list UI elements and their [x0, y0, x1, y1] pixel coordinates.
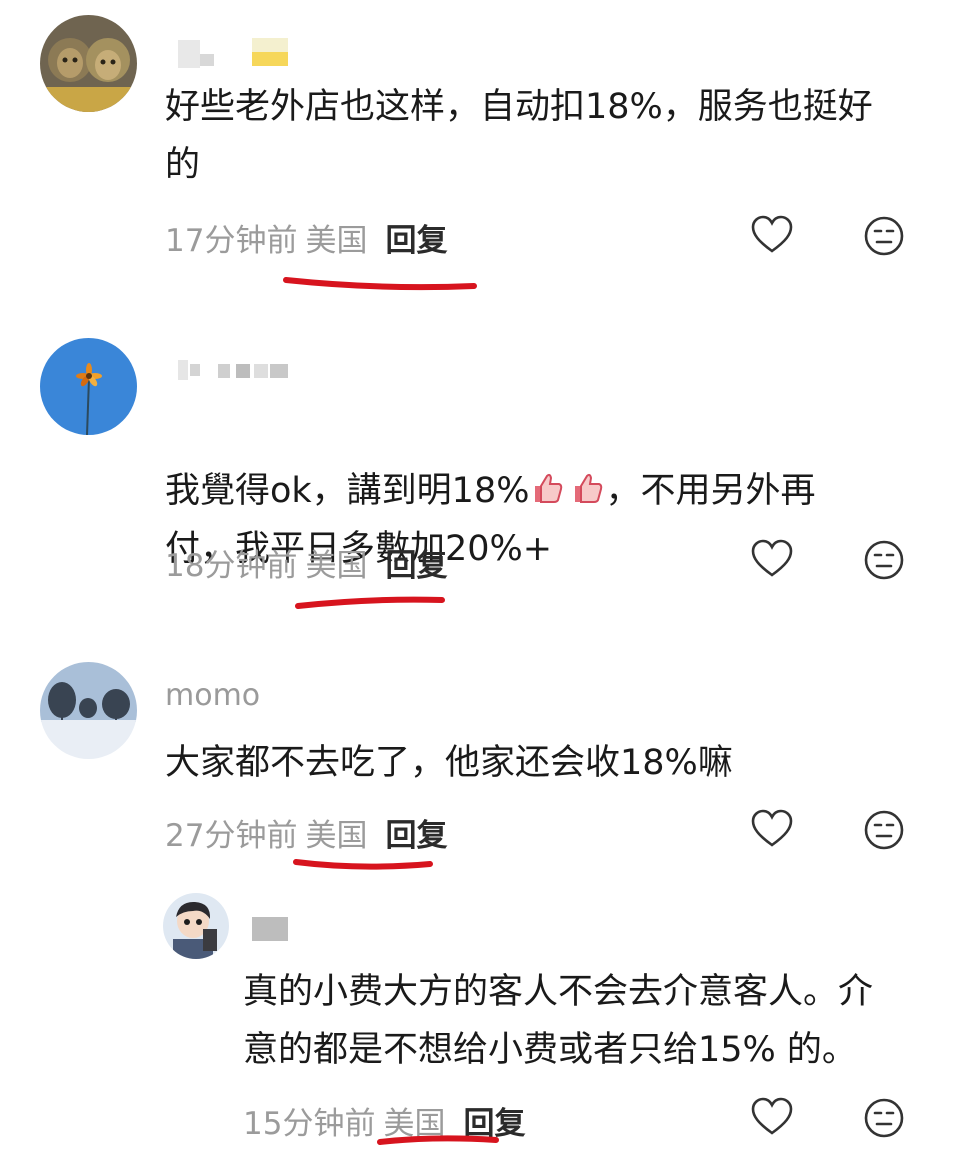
- reply-button[interactable]: 回复: [385, 540, 447, 585]
- avatar[interactable]: [40, 338, 137, 435]
- avatar[interactable]: [163, 893, 229, 959]
- dislike-face-icon[interactable]: [862, 538, 906, 582]
- thumbs-up-icon: [535, 473, 563, 503]
- red-underline-annotation: [377, 1135, 499, 1145]
- comment-meta: 27分钟前 美国 回复: [165, 810, 447, 855]
- dislike-face-icon[interactable]: [862, 214, 906, 258]
- avatar[interactable]: [40, 15, 137, 112]
- timestamp: 27分钟前: [165, 818, 298, 854]
- red-underline-annotation: [295, 596, 445, 609]
- comment-text-part: ，不用另外再: [605, 471, 816, 511]
- dislike-face-icon[interactable]: [862, 808, 906, 852]
- region-label: 美国: [305, 818, 368, 854]
- timestamp: 17分钟前: [165, 223, 298, 259]
- comment-meta: 18分钟前 美国 回复: [165, 540, 447, 585]
- avatar[interactable]: [40, 662, 137, 759]
- username[interactable]: momo: [165, 678, 260, 713]
- reply-button[interactable]: 回复: [385, 810, 447, 855]
- timestamp: 18分钟前: [165, 548, 298, 584]
- username-blurred[interactable]: [178, 360, 293, 388]
- username-blurred[interactable]: [178, 36, 293, 74]
- comment-list: 好些老外店也这样，自动扣18%，服务也挺好 的 17分钟前 美国 回复 我覺得o…: [0, 0, 960, 1155]
- red-underline-annotation: [293, 859, 433, 870]
- region-label: 美国: [305, 223, 368, 259]
- region-label: 美国: [305, 548, 368, 584]
- dislike-face-icon[interactable]: [862, 1096, 906, 1140]
- like-heart-icon[interactable]: [750, 214, 794, 258]
- comment-text: 大家都不去吃了，他家还会收18%嘛: [165, 743, 733, 783]
- red-underline-annotation: [283, 277, 477, 291]
- like-heart-icon[interactable]: [750, 1096, 794, 1140]
- reply-button[interactable]: 回复: [385, 215, 447, 260]
- comment-text: 好些老外店也这样，自动扣18%，服务也挺好 的: [165, 87, 873, 185]
- username-blurred[interactable]: [252, 917, 290, 947]
- comment-text: 真的小费大方的客人不会去介意客人。介 意的都是不想给小费或者只给15% 的。: [243, 972, 874, 1070]
- comment-text-part: 我覺得ok，講到明18%: [165, 471, 530, 511]
- like-heart-icon[interactable]: [750, 538, 794, 582]
- comment-meta: 17分钟前 美国 回复: [165, 215, 447, 260]
- like-heart-icon[interactable]: [750, 808, 794, 852]
- thumbs-up-icon: [575, 473, 603, 503]
- timestamp: 15分钟前: [243, 1106, 376, 1142]
